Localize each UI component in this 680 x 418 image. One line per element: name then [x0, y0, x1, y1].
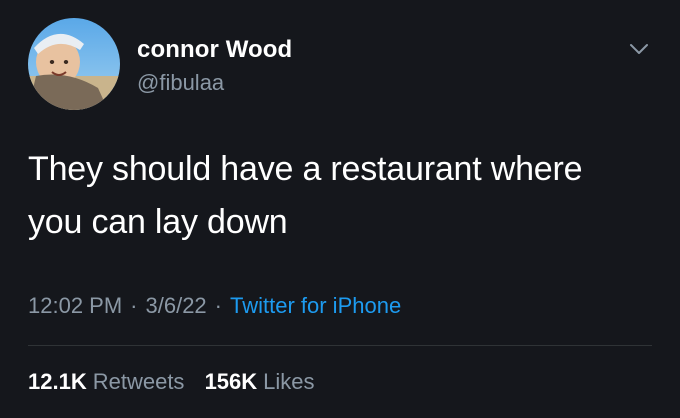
- retweets-count: 12.1K: [28, 369, 87, 394]
- avatar[interactable]: [28, 18, 120, 110]
- likes-stat[interactable]: 156K Likes: [205, 369, 315, 394]
- author-display-name[interactable]: connor Wood: [137, 36, 292, 64]
- tweet-metadata: 12:02 PM · 3/6/22 · Twitter for iPhone: [28, 293, 401, 319]
- likes-count: 156K: [204, 369, 258, 394]
- tweet-date[interactable]: 3/6/22: [146, 293, 207, 318]
- retweets-label: Retweets: [92, 369, 185, 394]
- likes-label: Likes: [263, 369, 315, 394]
- separator: ·: [130, 293, 138, 318]
- avatar-image: [28, 18, 120, 110]
- tweet-text-line: They should have a restaurant where: [28, 150, 583, 188]
- divider: [28, 345, 652, 346]
- author-handle[interactable]: @fibulaa: [137, 70, 224, 96]
- tweet-card: connor Wood @fibulaa They should have a …: [0, 0, 680, 418]
- tweet-source-link[interactable]: Twitter for iPhone: [230, 293, 401, 318]
- separator: ·: [214, 293, 222, 318]
- tweet-stats: 12.1K Retweets 156K Likes: [28, 369, 329, 395]
- chevron-down-icon[interactable]: [626, 36, 652, 62]
- retweets-stat[interactable]: 12.1K Retweets: [28, 369, 184, 394]
- tweet-time[interactable]: 12:02 PM: [28, 293, 122, 318]
- tweet-text-line: you can lay down: [28, 203, 288, 241]
- tweet-text: They should have a restaurant where you …: [28, 143, 668, 249]
